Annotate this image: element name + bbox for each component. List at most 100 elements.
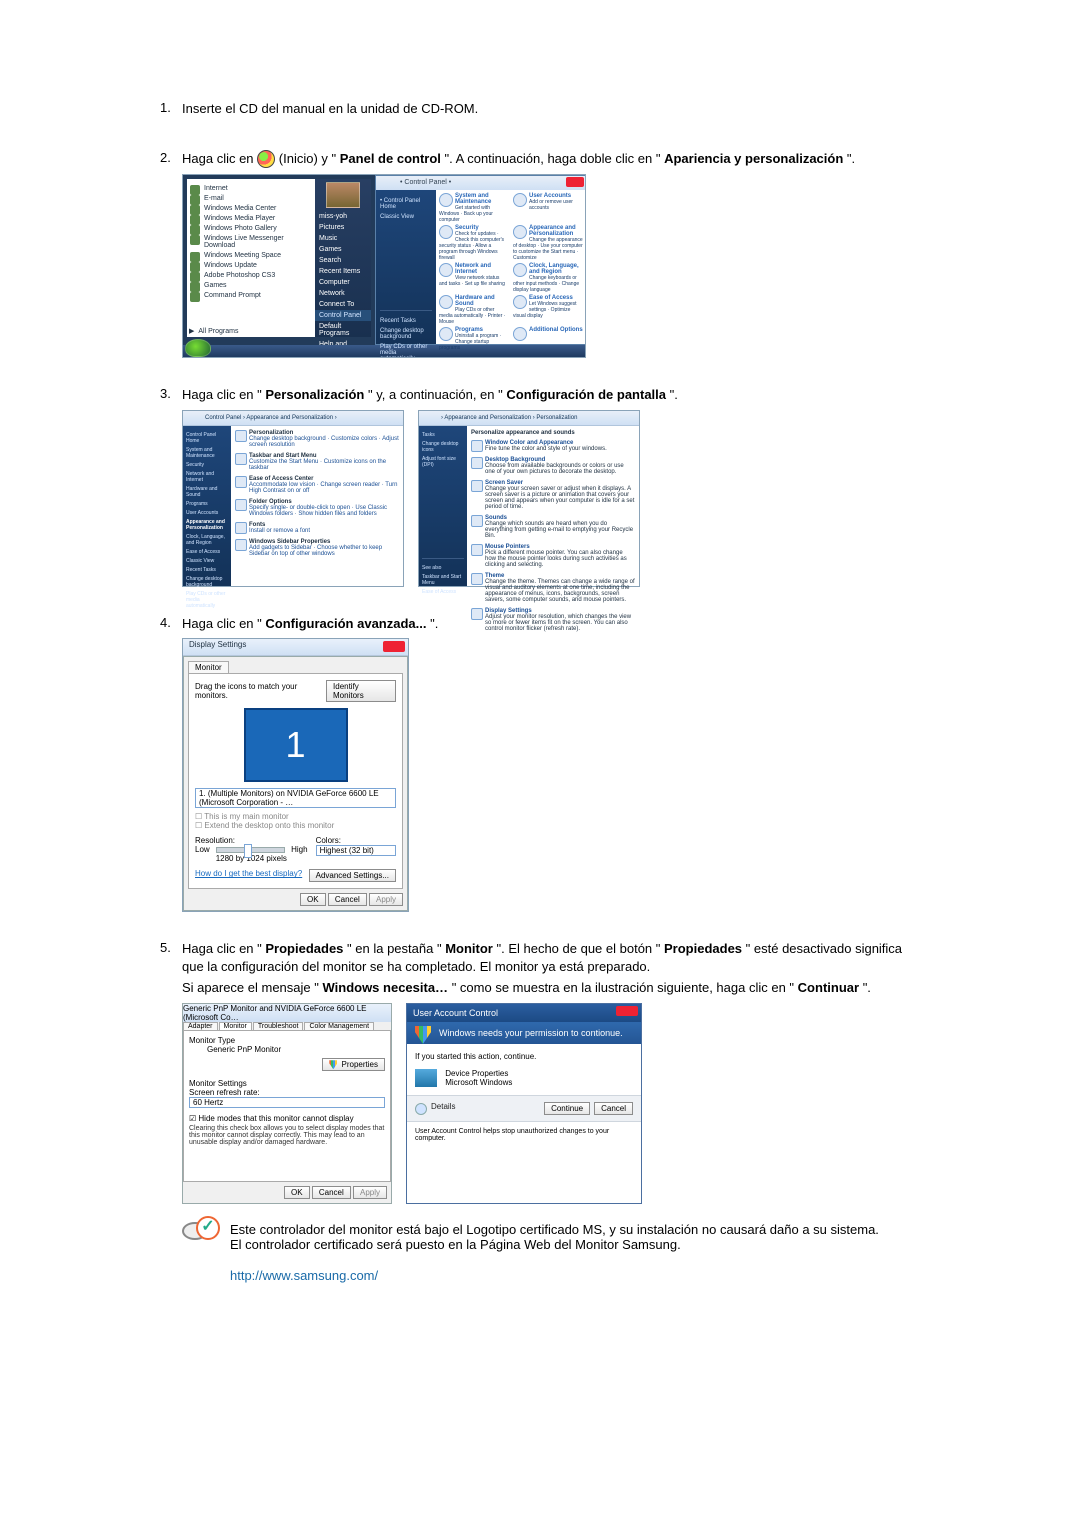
close-icon	[383, 641, 405, 652]
text: Haga clic en "	[182, 941, 262, 956]
monitor-type-value: Generic PnP Monitor	[189, 1045, 385, 1054]
shield-icon	[415, 1026, 431, 1044]
checkmark-icon: ✓	[196, 1216, 220, 1240]
cp-category: ProgramsUninstall a program · Change sta…	[439, 327, 509, 351]
start-menu-item: Games	[190, 282, 312, 289]
cp-category: Clock, Language, and RegionChange keyboa…	[513, 263, 583, 293]
cp-category: Appearance and PersonalizationChange the…	[513, 225, 583, 261]
step-number: 3.	[160, 386, 182, 587]
shield-icon	[329, 1060, 337, 1069]
uac-continue-button: Continue	[544, 1102, 590, 1115]
start-menu-item: Command Prompt	[190, 292, 312, 299]
breadcrumb: › Appearance and Personalization › Perso…	[441, 415, 577, 421]
panel-side-item: Control Panel Home	[186, 432, 228, 444]
monitor-select: 1. (Multiple Monitors) on NVIDIA GeForce…	[195, 788, 396, 808]
appearance-item: Ease of Access CenterAccommodate low vis…	[235, 476, 399, 494]
panel-side-item: Tasks	[422, 432, 464, 438]
uac-instruction: If you started this action, continue.	[415, 1052, 633, 1061]
monitor-preview: 1	[244, 708, 348, 782]
cp-category: Additional Options	[513, 327, 583, 351]
panel-side-item: System and Maintenance	[186, 447, 228, 459]
text: Haga clic en	[182, 151, 257, 166]
drag-label: Drag the icons to match your monitors.	[195, 682, 326, 700]
text: ". A continuación, haga doble clic en "	[445, 151, 661, 166]
start-menu-item: Adobe Photoshop CS3	[190, 272, 312, 279]
uac-cancel-button: Cancel	[594, 1102, 633, 1115]
cp-category: SecurityCheck for updates · Check this c…	[439, 225, 509, 261]
start-menu-right-item: Default Programs	[315, 321, 371, 339]
cancel-button: Cancel	[312, 1186, 351, 1199]
start-menu-right-item: Games	[315, 244, 371, 255]
panel-side-item: Ease of Access	[186, 549, 228, 555]
step1-paragraph: Inserte el CD del manual en la unidad de…	[182, 100, 920, 118]
start-orb-icon	[185, 339, 211, 357]
screenshot-display-settings: Display Settings Monitor Drag the icons …	[182, 638, 409, 912]
device-icon	[415, 1069, 437, 1087]
window-title: Generic PnP Monitor and NVIDIA GeForce 6…	[183, 1004, 367, 1022]
colors-select: Highest (32 bit)	[316, 845, 396, 856]
bold-text-apariencia: Apariencia y personalización	[664, 151, 843, 166]
uac-details-button: Details	[415, 1102, 455, 1111]
panel-side-item: Clock, Language, and Region	[186, 534, 228, 546]
colors-label: Colors:	[316, 836, 396, 845]
checkbox-main-monitor: This is my main monitor	[204, 812, 288, 821]
step3-paragraph: Haga clic en " Personalización " y, a co…	[182, 386, 920, 404]
start-menu-item: Windows Update	[190, 262, 312, 269]
apply-button: Apply	[369, 893, 403, 906]
step-number: 1.	[160, 100, 182, 122]
identify-monitors-button: Identify Monitors	[326, 680, 396, 702]
refresh-rate-select: 60 Hertz	[189, 1097, 385, 1108]
properties-button: Properties	[322, 1058, 385, 1071]
checkbox-hide-modes: Hide modes that this monitor cannot disp…	[198, 1114, 353, 1123]
panel-side-item: Adjust font size (DPI)	[422, 456, 464, 468]
ok-button: OK	[300, 893, 326, 906]
ok-button: OK	[284, 1186, 310, 1199]
screenshot-start-control-panel: InternetE-mailWindows Media CenterWindow…	[182, 174, 586, 358]
text: " en la pestaña "	[347, 941, 442, 956]
start-menu-left: InternetE-mailWindows Media CenterWindow…	[187, 179, 315, 337]
refresh-rate-label: Screen refresh rate:	[189, 1088, 385, 1097]
start-menu-item: Windows Photo Gallery	[190, 225, 312, 232]
tab-troubleshoot: Troubleshoot	[253, 1022, 304, 1030]
text: ". El hecho de que el botón "	[496, 941, 660, 956]
uac-publisher: Microsoft Windows	[445, 1078, 512, 1087]
start-menu-right-item: Pictures	[315, 222, 371, 233]
appearance-item: FontsInstall or remove a font	[235, 522, 399, 534]
window-title: Display Settings	[189, 640, 246, 649]
text: " y, a continuación, en "	[368, 387, 503, 402]
step-number: 5.	[160, 940, 182, 1283]
start-menu-item: Windows Media Center	[190, 205, 312, 212]
bold-continuar: Continuar	[798, 980, 859, 995]
personalization-item: Window Color and AppearanceFine tune the…	[471, 440, 635, 452]
panel-side-item: Appearance and Personalization	[186, 519, 228, 531]
monitor-settings-label: Monitor Settings	[189, 1079, 385, 1088]
start-menu-right-item: miss-yoh	[315, 211, 371, 222]
panel-side-item: Recent Tasks	[186, 567, 228, 573]
note-line1: Este controlador del monitor está bajo e…	[230, 1222, 879, 1237]
bold-text-config-avanzada: Configuración avanzada...	[265, 616, 426, 631]
samsung-url: http://www.samsung.com/	[230, 1268, 378, 1283]
start-menu-item: Internet	[190, 185, 312, 192]
hide-modes-hint: Clearing this check box allows you to se…	[189, 1125, 385, 1146]
breadcrumb: • Control Panel •	[400, 179, 451, 186]
start-menu-right-item: Music	[315, 233, 371, 244]
text: Haga clic en "	[182, 387, 262, 402]
personalization-title: Personalize appearance and sounds	[471, 430, 575, 436]
low-label: Low	[195, 845, 210, 854]
apply-button: Apply	[353, 1186, 387, 1199]
personalization-item: Display SettingsAdjust your monitor reso…	[471, 608, 635, 632]
user-avatar	[326, 182, 360, 208]
control-panel-sidebar: • Control Panel Home Classic View Recent…	[376, 190, 436, 344]
personalization-item: Desktop BackgroundChoose from available …	[471, 457, 635, 475]
uac-heading: Windows needs your permission to contion…	[439, 1028, 623, 1038]
text: Si aparece el mensaje "	[182, 980, 319, 995]
cp-category: System and MaintenanceGet started with W…	[439, 193, 509, 223]
appearance-item: Windows Sidebar PropertiesAdd gadgets to…	[235, 539, 399, 557]
step-number: 4.	[160, 615, 182, 913]
panel-side-item: Network and Internet	[186, 471, 228, 483]
panel-side-item: Play CDs or other media automatically	[186, 591, 228, 609]
bold-monitor: Monitor	[445, 941, 493, 956]
info-note: ✓ Este controlador del monitor está bajo…	[182, 1222, 920, 1283]
appearance-item: Folder OptionsSpecify single- or double-…	[235, 499, 399, 517]
step5-paragraph-2: Si aparece el mensaje " Windows necesita…	[182, 979, 920, 997]
